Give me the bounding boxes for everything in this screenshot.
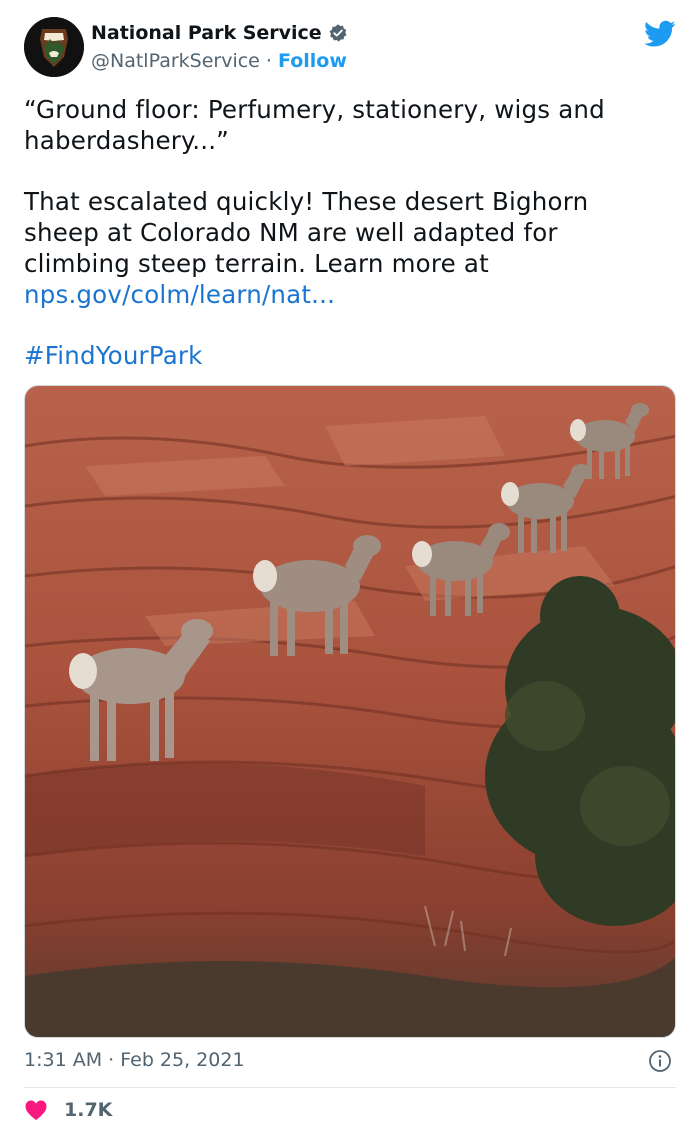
- info-icon[interactable]: [648, 1049, 672, 1073]
- handle-separator: ·: [265, 50, 272, 72]
- tweet-link[interactable]: nps.gov/colm/learn/nat...: [24, 280, 335, 309]
- tweet-text: “Ground floor: Perfumery, stationery, wi…: [24, 94, 664, 371]
- twitter-bird-icon[interactable]: [644, 20, 676, 48]
- tweet-timestamp[interactable]: 1:31 AM · Feb 25, 2021: [24, 1049, 245, 1071]
- verified-badge-icon: [329, 24, 347, 42]
- follow-button[interactable]: Follow: [278, 50, 347, 72]
- heart-icon[interactable]: [24, 1099, 48, 1121]
- bighorn-sheep-photo: [25, 386, 675, 1037]
- avatar[interactable]: [24, 17, 84, 77]
- like-count: 1.7K: [64, 1099, 113, 1121]
- author-name-row[interactable]: National Park Service: [91, 22, 348, 44]
- tweet-body: That escalated quickly! These desert Big…: [24, 186, 664, 310]
- like-row[interactable]: 1.7K: [24, 1099, 112, 1121]
- author-handle[interactable]: @NatlParkService: [91, 50, 260, 72]
- author-name[interactable]: National Park Service: [91, 22, 322, 44]
- nps-arrowhead-logo: [24, 17, 84, 77]
- timestamp-separator: ·: [108, 1049, 115, 1071]
- tweet-body-text: That escalated quickly! These desert Big…: [24, 187, 589, 278]
- author-handle-line: @NatlParkService · Follow: [91, 50, 347, 72]
- tweet-quote: “Ground floor: Perfumery, stationery, wi…: [24, 95, 605, 155]
- hashtag-link[interactable]: #FindYourPark: [24, 341, 203, 370]
- tweet-time: 1:31 AM: [24, 1049, 103, 1071]
- tweet-photo[interactable]: [24, 385, 676, 1038]
- tweet-date: Feb 25, 2021: [120, 1049, 245, 1071]
- footer-divider: [24, 1087, 676, 1088]
